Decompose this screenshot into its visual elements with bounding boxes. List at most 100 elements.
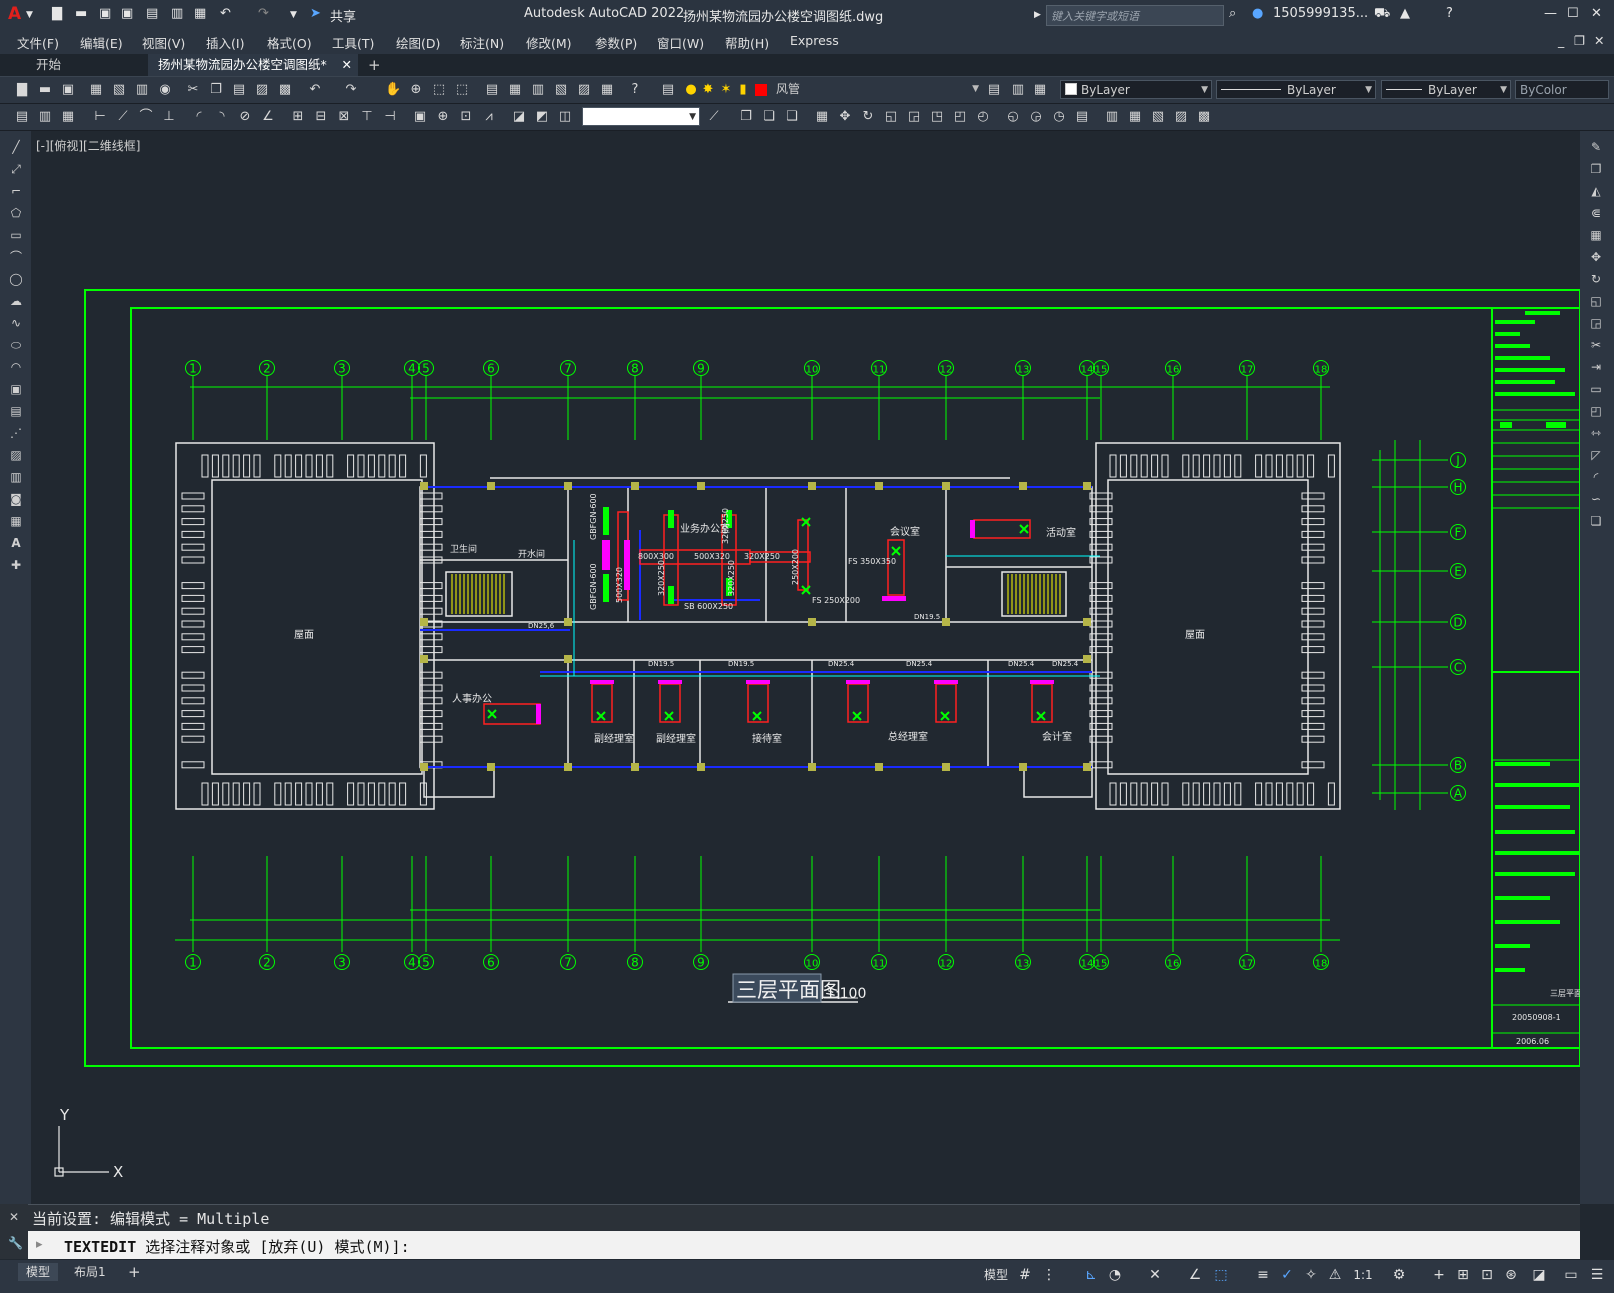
search-input[interactable]: 键入关键字或短语 xyxy=(1046,5,1224,26)
doc-close-button[interactable]: ✕ xyxy=(1594,33,1604,48)
minimize-button[interactable]: — xyxy=(1544,6,1557,21)
plot-icon[interactable]: ▦ xyxy=(194,6,206,21)
ellipse-arc-icon[interactable]: ◠ xyxy=(8,359,24,375)
linear-icon[interactable]: ⊢ xyxy=(92,109,108,125)
help-icon[interactable]: ? xyxy=(1446,6,1453,21)
tolerance-icon[interactable]: ▣ xyxy=(412,109,428,125)
radius-icon[interactable]: ◜ xyxy=(191,109,207,125)
dim-aligned-icon[interactable]: ▥ xyxy=(37,109,53,125)
open-file-icon[interactable]: ▬ xyxy=(75,6,87,21)
quick-properties-icon[interactable]: ⊡ xyxy=(1478,1266,1496,1284)
isodraft-icon[interactable]: ✕ xyxy=(1146,1266,1164,1284)
3d-print-icon[interactable]: ◉ xyxy=(157,82,173,98)
layer-properties-icon[interactable]: ▤ xyxy=(660,82,676,98)
customize-command-icon[interactable]: 🔧 xyxy=(8,1236,23,1250)
jog-linear-icon[interactable]: ⩘ xyxy=(481,109,497,125)
break-at-point-icon[interactable]: ▤ xyxy=(1074,109,1090,125)
trim-icon[interactable]: ✂ xyxy=(1588,337,1604,353)
new-file-icon[interactable]: ▇ xyxy=(52,6,62,21)
annotation-scale-icon[interactable]: ⚠ xyxy=(1326,1266,1344,1284)
close-tab-icon[interactable]: ✕ xyxy=(342,54,352,76)
save-icon[interactable]: ▣ xyxy=(99,6,111,21)
help-icon[interactable]: ? xyxy=(627,82,643,98)
grid-icon[interactable]: # xyxy=(1016,1266,1034,1284)
dim-style-dropdown[interactable]: ▼ xyxy=(582,107,700,126)
sheet-set-icon[interactable]: ▧ xyxy=(553,82,569,98)
align-icon[interactable]: ▥ xyxy=(1104,109,1120,125)
array-icon[interactable]: ▦ xyxy=(814,109,830,125)
annotation-visibility-icon[interactable]: ✓ xyxy=(1278,1266,1296,1284)
tab-model[interactable]: 模型 xyxy=(18,1263,59,1281)
aligned-icon[interactable]: ⟋ xyxy=(115,109,131,125)
menu-edit[interactable]: 编辑(E) xyxy=(80,33,123,52)
linetype-dropdown[interactable]: ByLayer ▼ xyxy=(1216,80,1376,99)
offset-icon[interactable]: ⋐ xyxy=(1588,205,1604,221)
properties-icon[interactable]: ▤ xyxy=(484,82,500,98)
region-icon[interactable]: ◙ xyxy=(8,491,24,507)
calculator-icon[interactable]: ▦ xyxy=(599,82,615,98)
clean-screen-icon[interactable]: ▭ xyxy=(1562,1266,1580,1284)
dim-linear-icon[interactable]: ▤ xyxy=(14,109,30,125)
menu-format[interactable]: 格式(O) xyxy=(267,33,312,52)
search-icon[interactable]: ⌕ xyxy=(1229,6,1236,21)
dim-style-icon[interactable]: ⟋ xyxy=(706,109,722,125)
autodesk-icon[interactable]: ▲ xyxy=(1400,6,1410,21)
lock-icon[interactable]: ▮ xyxy=(735,82,751,98)
jogged-icon[interactable]: ◝ xyxy=(214,109,230,125)
play-icon[interactable]: ▶ xyxy=(1034,10,1041,20)
close-button[interactable]: ✕ xyxy=(1591,6,1602,21)
trim-icon[interactable]: ◳ xyxy=(929,109,945,125)
center-mark-icon[interactable]: ⊕ xyxy=(435,109,451,125)
menu-insert[interactable]: 插入(I) xyxy=(206,33,244,52)
doc-minimize-button[interactable]: _ xyxy=(1558,33,1564,48)
cart-icon[interactable]: ⛟ xyxy=(1374,6,1390,23)
chamfer-icon[interactable]: ◵ xyxy=(1005,109,1021,125)
save-as-icon[interactable]: ▣ xyxy=(121,6,133,21)
menu-modify[interactable]: 修改(M) xyxy=(526,33,572,52)
lineweight-icon[interactable]: ≡ xyxy=(1254,1266,1272,1284)
plotstyle-dropdown[interactable]: ByColor xyxy=(1515,80,1609,99)
undo-icon[interactable]: ↶ xyxy=(220,6,231,21)
menu-view[interactable]: 视图(V) xyxy=(142,33,185,52)
preview-icon[interactable]: ▧ xyxy=(111,82,127,98)
circle-icon[interactable]: ◯ xyxy=(8,271,24,287)
menu-file[interactable]: 文件(F) xyxy=(17,33,59,52)
rectangle-icon[interactable]: ▭ xyxy=(8,227,24,243)
lock-ui-icon[interactable]: ⊛ xyxy=(1502,1266,1520,1284)
close-command-icon[interactable]: ✕ xyxy=(9,1210,19,1224)
mirror-icon[interactable]: ◭ xyxy=(1588,183,1604,199)
save-icon[interactable]: ▣ xyxy=(60,82,76,98)
new-tab-button[interactable]: + xyxy=(358,54,391,76)
make-current-icon[interactable]: ▤ xyxy=(986,82,1002,98)
publish-icon[interactable]: ▥ xyxy=(171,6,183,21)
arc-length-icon[interactable]: ⌒ xyxy=(138,109,154,125)
cut-icon[interactable]: ✂ xyxy=(185,82,201,98)
gradient-icon[interactable]: ▥ xyxy=(8,469,24,485)
redo-icon[interactable]: ↷ xyxy=(258,6,269,21)
sun-icon[interactable]: ✸ xyxy=(700,82,716,98)
doc-restore-button[interactable]: ❐ xyxy=(1574,33,1585,48)
angular-icon[interactable]: ∠ xyxy=(260,109,276,125)
command-line-handle[interactable]: ✕ 🔧 xyxy=(0,1204,28,1259)
point-icon[interactable]: ⋰ xyxy=(8,425,24,441)
workspace-gear-icon[interactable]: ⚙ xyxy=(1390,1266,1408,1284)
polyline-icon[interactable]: ⌐ xyxy=(8,183,24,199)
chevron-down-icon[interactable]: ▼ xyxy=(26,10,33,20)
customization-icon[interactable]: ☰ xyxy=(1588,1266,1606,1284)
tab-start[interactable]: 开始 xyxy=(26,54,71,76)
hatchedit-icon[interactable]: ▩ xyxy=(1196,109,1212,125)
revcloud-icon[interactable]: ☁ xyxy=(8,293,24,309)
share-button[interactable]: 共享 xyxy=(330,6,356,25)
command-input[interactable]: ▸ TEXTEDIT 选择注释对象或 [放弃(U) 模式(M)]: xyxy=(28,1231,1580,1259)
stretch-icon[interactable]: ◲ xyxy=(1588,315,1604,331)
ellipse-icon[interactable]: ⬭ xyxy=(8,337,24,353)
undo-icon[interactable]: ↶ xyxy=(307,82,323,98)
user-name[interactable]: 1505999135... xyxy=(1273,6,1368,21)
object-snap-icon[interactable]: ⬚ xyxy=(1212,1266,1230,1284)
splinedit-icon[interactable]: ▨ xyxy=(1173,109,1189,125)
mirror-icon[interactable]: ❏ xyxy=(761,109,777,125)
isolate-icon[interactable]: ◪ xyxy=(1530,1266,1548,1284)
freeze-icon[interactable]: ✶ xyxy=(718,82,734,98)
model-space-button[interactable]: 模型 xyxy=(980,1266,1012,1284)
blend-icon[interactable]: ∽ xyxy=(1588,491,1604,507)
